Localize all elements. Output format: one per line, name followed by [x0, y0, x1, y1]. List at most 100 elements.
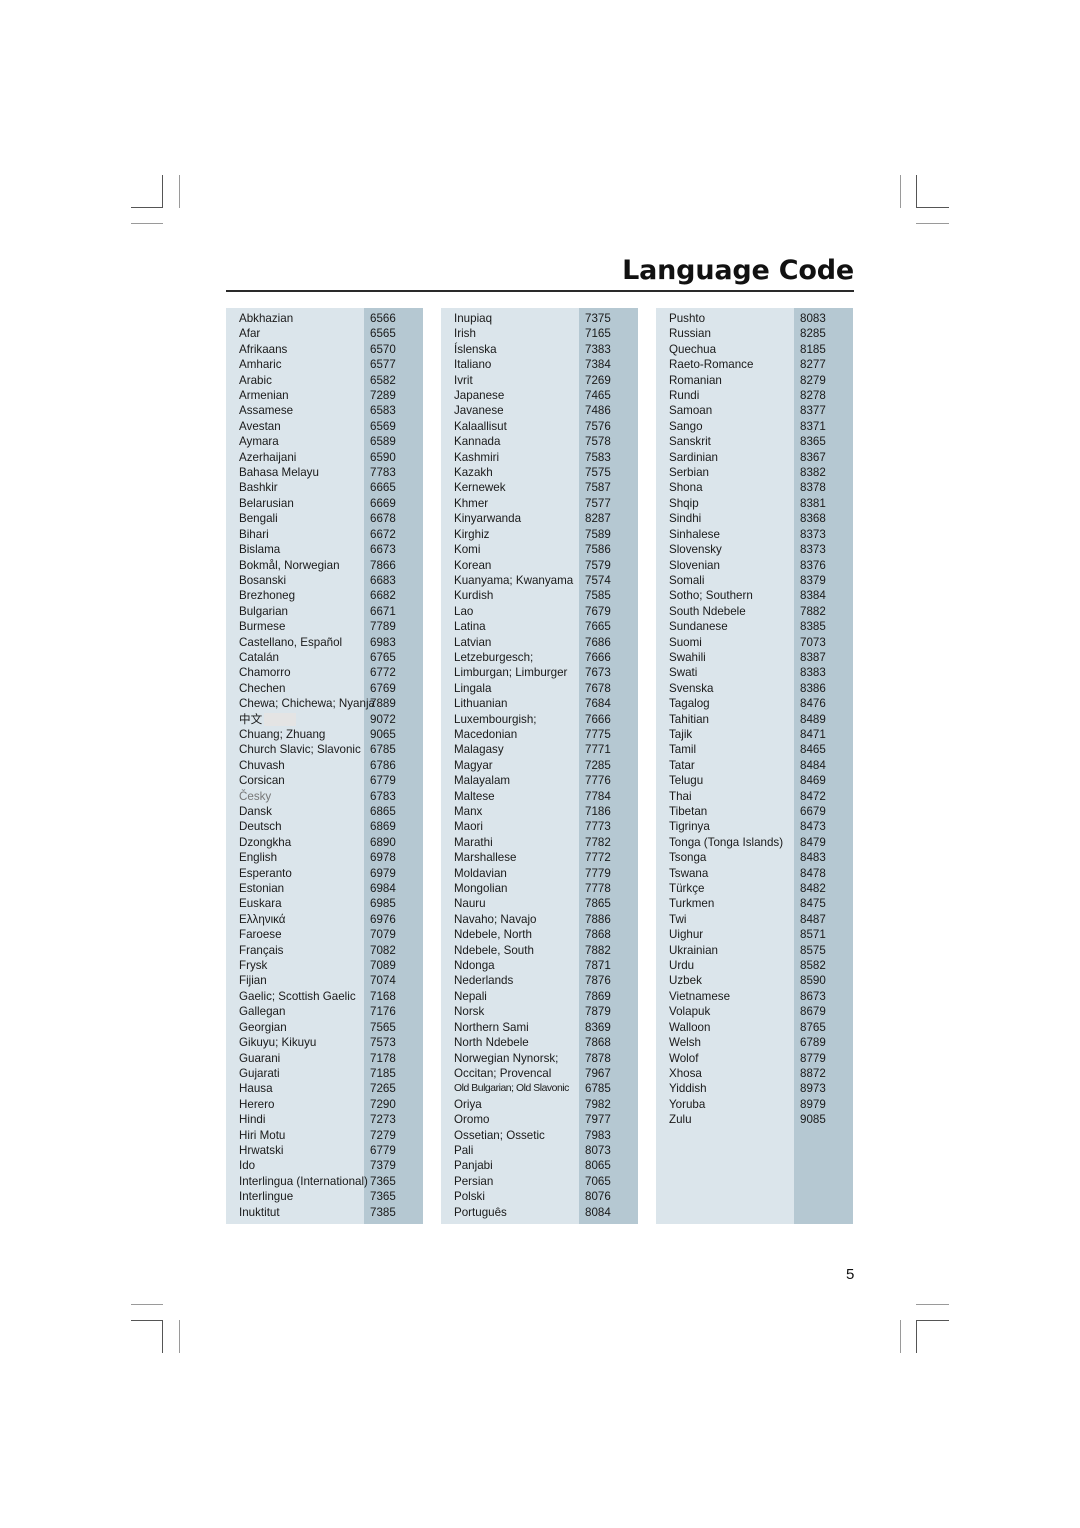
language-row: Sindhi 8368: [656, 511, 853, 526]
language-row: Svenska 8386: [656, 681, 853, 696]
language-code: 7576: [585, 419, 611, 433]
language-row: North Ndebele 7868: [441, 1035, 638, 1050]
language-name: Hrwatski: [239, 1143, 283, 1158]
language-code: 7876: [585, 974, 611, 988]
language-code: 7868: [585, 1036, 611, 1050]
language-code: 8478: [800, 866, 826, 880]
language-name-text: Norwegian Nynorsk;: [454, 1051, 559, 1065]
language-name-text: Rundi: [669, 389, 700, 403]
language-name: Tonga (Tonga Islands): [669, 835, 783, 850]
language-code: 6785: [370, 743, 396, 757]
language-name-text: Pali: [454, 1143, 474, 1157]
language-name: Ido: [239, 1158, 255, 1173]
language-row: Chechen 6769: [226, 681, 423, 696]
language-row: Malagasy 7771: [441, 742, 638, 757]
language-row: Welsh 6789: [656, 1035, 853, 1050]
language-name: Old Bulgarian; Old Slavonic: [454, 1081, 569, 1096]
language-row: Swati 8383: [656, 665, 853, 680]
language-row: Gaelic; Scottish Gaelic 7168: [226, 989, 423, 1004]
language-name-text: Limburgan; Limburger: [454, 666, 568, 680]
language-name: Chuvash: [239, 758, 285, 773]
language-name: Limburgan; Limburger: [454, 665, 567, 680]
language-name: Irish: [454, 326, 476, 341]
language-code: 7285: [585, 758, 611, 772]
language-name-text: Oriya: [454, 1097, 482, 1111]
language-name: Guarani: [239, 1051, 280, 1066]
language-name-text: Latvian: [454, 635, 492, 649]
language-row: Bokmål, Norwegian 7866: [226, 558, 423, 573]
language-code: 6769: [370, 681, 396, 695]
language-row: Yiddish 8973: [656, 1081, 853, 1096]
language-name-text: Abkhazian: [239, 312, 294, 325]
language-code: 7882: [800, 604, 826, 618]
language-name: Latvian: [454, 635, 491, 650]
language-row: Dzongkha 6890: [226, 835, 423, 850]
language-code: 6789: [800, 1036, 826, 1050]
language-name: Raeto-Romance: [669, 357, 753, 372]
language-row: Lao 7679: [441, 604, 638, 619]
language-code: 7773: [585, 820, 611, 834]
language-row: Bislama 6673: [226, 542, 423, 557]
language-code: 8076: [585, 1190, 611, 1204]
language-name-text: Bahasa Melayu: [239, 466, 319, 480]
language-name: Khmer: [454, 496, 488, 511]
page-title: Language Code: [622, 255, 854, 286]
language-code: 8465: [800, 743, 826, 757]
language-name: Ndebele, South: [454, 943, 534, 958]
language-name: Swahili: [669, 650, 706, 665]
language-row: Sundanese 8385: [656, 619, 853, 634]
language-name-text: Pushto: [669, 312, 706, 325]
language-row: Shqip 8381: [656, 496, 853, 511]
language-row: Norsk 7879: [441, 1004, 638, 1019]
language-name: Manx: [454, 804, 482, 819]
language-name: Tamil: [669, 742, 696, 757]
language-name-text: Tamil: [669, 743, 697, 757]
language-name: Íslenska: [454, 342, 497, 357]
language-name-text: Walloon: [669, 1020, 711, 1034]
language-name-text: Luxembourgish;: [454, 712, 537, 726]
language-name-text: Hrwatski: [239, 1143, 284, 1157]
language-name: Malagasy: [454, 742, 504, 757]
language-name: Romanian: [669, 373, 722, 388]
language-code: 7579: [585, 558, 611, 572]
language-code: 7865: [585, 897, 611, 911]
language-code: 6785: [585, 1082, 611, 1096]
language-name-text: Uzbek: [669, 974, 702, 988]
language-name: Javanese: [454, 403, 504, 418]
crop-mark-bottom-right-outer-horizontal: [916, 1304, 949, 1305]
language-row: Wolof 8779: [656, 1051, 853, 1066]
language-name: Sango: [669, 419, 703, 434]
language-name: Sardinian: [669, 450, 718, 465]
language-row: Magyar 7285: [441, 758, 638, 773]
language-row: Tswana 8478: [656, 866, 853, 881]
language-name: Sotho; Southern: [669, 588, 753, 603]
language-name-text: Ukrainian: [669, 943, 718, 957]
language-row: Pali 8073: [441, 1143, 638, 1158]
language-name: Bengali: [239, 511, 278, 526]
language-row: Castellano, Español 6983: [226, 635, 423, 650]
language-row: Quechua 8185: [656, 342, 853, 357]
language-name-text: Xhosa: [669, 1066, 702, 1080]
language-name: Magyar: [454, 758, 493, 773]
language-code: 6570: [370, 342, 396, 356]
language-name: Avestan: [239, 419, 281, 434]
language-name-text: Esperanto: [239, 866, 292, 880]
language-code: 7678: [585, 681, 611, 695]
language-row: Gikuyu; Kikuyu 7573: [226, 1035, 423, 1050]
language-name: Thai: [669, 789, 692, 804]
language-name-text: Maltese: [454, 789, 495, 803]
language-row: Lingala 7678: [441, 681, 638, 696]
language-name-text: Kirghiz: [454, 527, 490, 541]
language-code: 7772: [585, 851, 611, 865]
language-code: 9085: [800, 1113, 826, 1127]
language-name-text: Faroese: [239, 928, 282, 942]
language-row: Gallegan 7176: [226, 1004, 423, 1019]
language-code: 7073: [800, 635, 826, 649]
language-code: 7383: [585, 342, 611, 356]
language-row: Walloon 8765: [656, 1020, 853, 1035]
language-row: Slovensky 8373: [656, 542, 853, 557]
language-row: Luxembourgish; 7666: [441, 712, 638, 727]
language-row: Vietnamese 8673: [656, 989, 853, 1004]
language-code: 8484: [800, 758, 826, 772]
language-name: Kirghiz: [454, 527, 489, 542]
